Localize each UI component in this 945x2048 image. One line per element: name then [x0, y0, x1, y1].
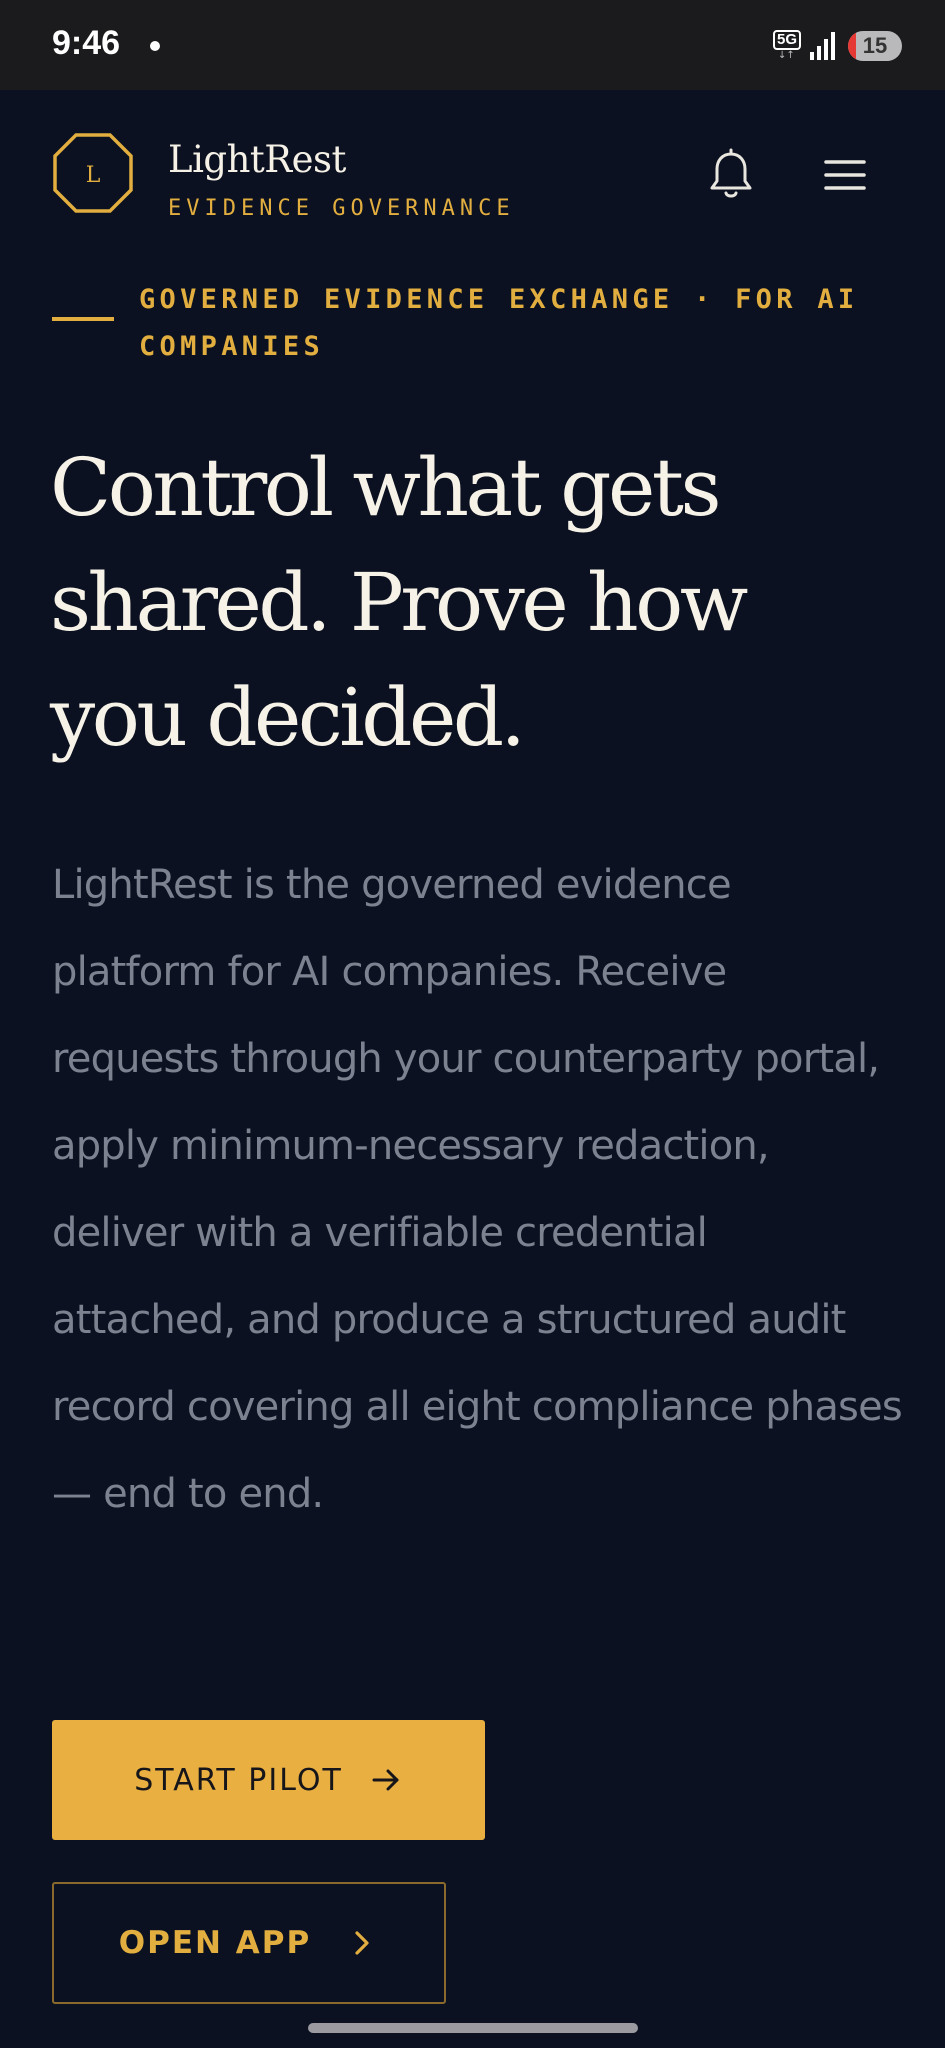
notification-dot-icon — [150, 41, 160, 51]
data-activity-icon: ↓↑ — [778, 50, 795, 61]
status-bar: 9:46 5G ↓↑ 15 — [0, 0, 945, 90]
bell-icon — [710, 148, 752, 198]
status-time: 9:46 — [52, 24, 121, 62]
chevron-right-icon — [355, 1931, 369, 1955]
logo-letter: L — [86, 163, 101, 188]
eyebrow-rule — [52, 317, 114, 321]
app-header: L LightRest EVIDENCE GOVERNANCE — [0, 90, 945, 260]
hero-title: Control what gets shared. Prove how you … — [50, 441, 748, 764]
battery-level: 15 — [862, 33, 888, 58]
home-indicator[interactable] — [308, 2023, 638, 2033]
octagon-logo-icon[interactable]: L — [52, 132, 134, 214]
open-app-label: OPEN APP — [118, 1925, 312, 1961]
notifications-button[interactable] — [700, 144, 762, 206]
hero-description: LightRest is the governed evidence platf… — [52, 862, 903, 1517]
start-pilot-label: START PILOT — [134, 1762, 343, 1798]
network-type-badge: 5G — [773, 30, 802, 50]
hamburger-menu-icon — [824, 160, 866, 190]
brand-name[interactable]: LightRest — [168, 138, 346, 181]
hero-eyebrow: GOVERNED EVIDENCE EXCHANGE · FOR AI COMP… — [139, 284, 859, 362]
start-pilot-button[interactable]: START PILOT — [52, 1720, 485, 1840]
signal-strength-icon — [810, 32, 835, 60]
open-app-button[interactable]: OPEN APP — [52, 1882, 446, 2004]
menu-button[interactable] — [814, 144, 876, 206]
brand-tagline: EVIDENCE GOVERNANCE — [168, 196, 515, 221]
arrow-right-icon — [372, 1769, 399, 1791]
battery-indicator: 15 — [848, 31, 902, 61]
